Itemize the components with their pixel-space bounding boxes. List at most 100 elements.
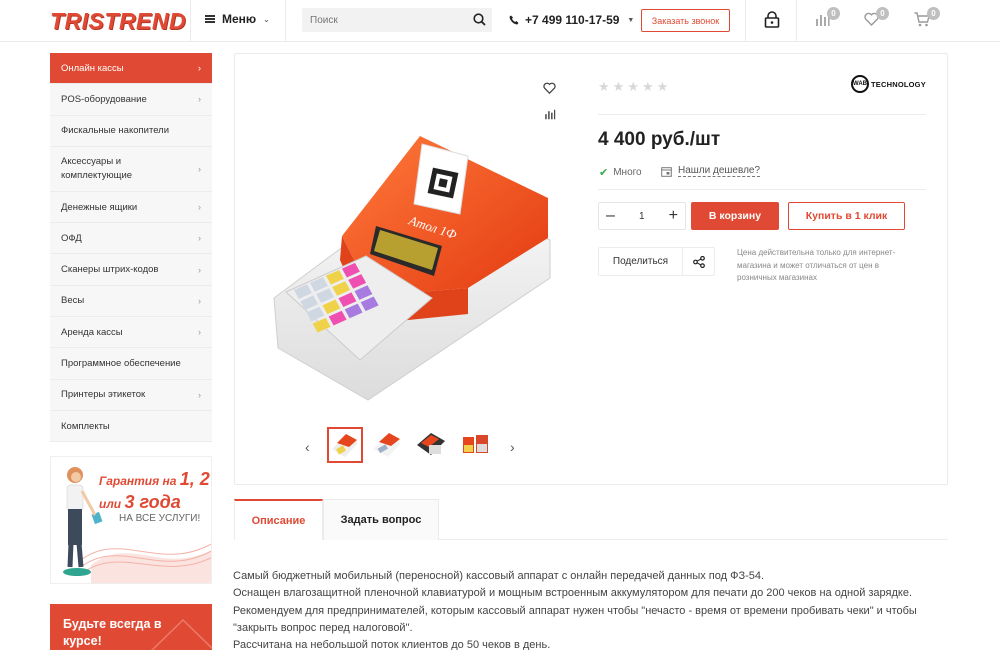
thumbnail-carousel: ‹ ›: [303, 427, 523, 465]
rating-stars[interactable]: ★ ★ ★ ★ ★: [598, 79, 668, 95]
sidebar-item-cash-drawers[interactable]: Денежные ящики ›: [50, 191, 212, 224]
subscribe-banner[interactable]: Будьте всегда в курсе!: [50, 604, 212, 650]
chevron-right-icon: ›: [198, 202, 201, 213]
woman-illustration: [63, 467, 103, 576]
description-line: Самый бюджетный мобильный (переносной) к…: [233, 570, 765, 582]
tab-ask-question[interactable]: Задать вопрос: [323, 499, 439, 540]
caret-down-icon[interactable]: ▼: [627, 17, 634, 24]
minus-button[interactable]: –: [606, 208, 615, 224]
sidebar-item-label: Весы: [61, 295, 85, 307]
star-icon: ★: [627, 79, 639, 94]
chevron-right-icon: ›: [198, 233, 201, 244]
sidebar-item-online-kassy[interactable]: Онлайн кассы ›: [50, 53, 212, 85]
header-divider: [796, 0, 797, 42]
product-tabs: Описание Задать вопрос: [234, 499, 948, 540]
quantity-value[interactable]: 1: [639, 211, 645, 222]
heart-icon[interactable]: [543, 82, 556, 94]
brand-logo[interactable]: WAB TECHNOLOGY: [851, 75, 926, 93]
menu-button[interactable]: Меню ⌄: [205, 12, 270, 26]
sidebar-item-label: ОФД: [61, 232, 82, 244]
menu-label: Меню: [222, 12, 257, 26]
description-line: Рекомендуем для предпринимателей, которы…: [233, 604, 917, 617]
phone-text: +7 499 110-17-59: [525, 13, 620, 27]
calendar-icon: [661, 166, 672, 177]
sidebar-item-scanners[interactable]: Сканеры штрих-кодов ›: [50, 254, 212, 286]
compare-link[interactable]: 0: [815, 7, 840, 30]
sidebar-item-fiscal-storage[interactable]: Фискальные накопители: [50, 115, 212, 147]
site-logo[interactable]: TRISTREND: [50, 7, 186, 35]
chevron-right-icon: ›: [198, 264, 201, 275]
sidebar-item-label-printers[interactable]: Принтеры этикеток ›: [50, 379, 212, 411]
star-icon: ★: [641, 79, 654, 94]
cart-link[interactable]: 0: [914, 7, 940, 30]
phone-number[interactable]: +7 499 110-17-59 ▼: [509, 13, 634, 27]
search-input[interactable]: [302, 8, 462, 32]
search-box: [302, 8, 492, 32]
sidebar-item-label: Онлайн кассы: [61, 62, 124, 74]
description-line: Оснащен влагозащитной пленочной клавиату…: [233, 587, 913, 600]
favorites-link[interactable]: 0: [864, 7, 889, 29]
lock-icon[interactable]: [764, 11, 780, 28]
warranty-line2: или: [99, 497, 125, 511]
phone-icon: [509, 15, 519, 25]
catalog-sidebar: Онлайн кассы › POS-оборудование › Фискальн…: [50, 53, 212, 443]
chevron-right-icon[interactable]: ›: [510, 439, 515, 455]
sidebar-item-accessories[interactable]: Аксессуары и комплектующие ›: [50, 146, 212, 192]
banner-decoration: [151, 618, 212, 650]
header-divider: [285, 0, 286, 42]
favorites-count-badge: 0: [876, 7, 889, 20]
thumbnail[interactable]: [415, 427, 451, 463]
sidebar-item-label: Фискальные накопители: [61, 125, 170, 137]
subscribe-line2: курсе!: [63, 634, 102, 648]
thumbnail[interactable]: [327, 427, 363, 463]
logo-text: TRISTREND: [50, 7, 187, 34]
sidebar-item-label: Комплекты: [61, 420, 110, 432]
sidebar-item-label: Аксессуары и комплектующие: [61, 155, 133, 181]
sidebar-item-label: Сканеры штрих-кодов: [61, 264, 159, 276]
plus-button[interactable]: +: [669, 208, 678, 224]
sidebar-item-kits[interactable]: Комплекты: [50, 410, 212, 443]
sidebar-item-pos[interactable]: POS-оборудование ›: [50, 84, 212, 116]
buy-one-click-button[interactable]: Купить в 1 клик: [788, 202, 905, 230]
thumbnail[interactable]: [371, 427, 407, 463]
thumbnail[interactable]: [459, 427, 495, 463]
share-button[interactable]: Поделиться: [598, 247, 715, 276]
sidebar-item-label: Принтеры этикеток: [61, 389, 146, 401]
sidebar-item-scales[interactable]: Весы ›: [50, 285, 212, 318]
sidebar-item-label: POS-оборудование: [61, 93, 147, 105]
warranty-line1: Гарантия на: [99, 474, 180, 488]
header-divider: [190, 0, 191, 42]
chevron-right-icon: ›: [198, 163, 201, 174]
compare-icon[interactable]: [544, 109, 556, 120]
search-icon[interactable]: [473, 13, 486, 26]
product-main-image[interactable]: Атол 1Ф: [272, 128, 554, 404]
stock-label: Много: [613, 167, 642, 178]
quantity-stepper: – 1 +: [598, 202, 686, 230]
warranty-years-1: 1, 2: [179, 469, 210, 489]
check-icon: ✔: [599, 167, 609, 179]
chevron-left-icon[interactable]: ‹: [305, 439, 310, 455]
chevron-right-icon: ›: [198, 327, 201, 338]
sidebar-item-ofd[interactable]: ОФД ›: [50, 223, 212, 255]
sidebar-item-rent[interactable]: Аренда кассы ›: [50, 317, 212, 349]
star-icon: ★: [598, 79, 610, 94]
sidebar-item-label: Программное обеспечение: [61, 358, 181, 370]
chevron-right-icon: ›: [198, 94, 201, 105]
tab-description[interactable]: Описание: [234, 499, 323, 540]
price-note: Цена действительна только для интернет-м…: [737, 248, 896, 282]
header-divider: [745, 0, 746, 42]
brand-mark: WAB: [851, 75, 869, 93]
chevron-right-icon: ›: [198, 389, 201, 400]
add-to-cart-button[interactable]: В корзину: [691, 202, 779, 230]
subscribe-line1: Будьте всегда в: [63, 617, 162, 631]
found-cheaper-link[interactable]: Нашли дешевле?: [661, 165, 761, 177]
star-icon: ★: [612, 79, 625, 94]
compare-count-badge: 0: [827, 7, 840, 20]
warranty-banner[interactable]: Гарантия на 1, 2 или 3 года НА ВСЕ УСЛУГ…: [50, 456, 212, 584]
chevron-right-icon: ›: [198, 295, 201, 306]
callback-button[interactable]: Заказать звонок: [641, 9, 730, 32]
sidebar-item-software[interactable]: Программное обеспечение: [50, 348, 212, 380]
description-line: Рассчитана на небольшой поток клиентов д…: [233, 639, 551, 650]
chevron-right-icon: ›: [198, 63, 201, 74]
chevron-down-icon: ⌄: [263, 14, 270, 24]
